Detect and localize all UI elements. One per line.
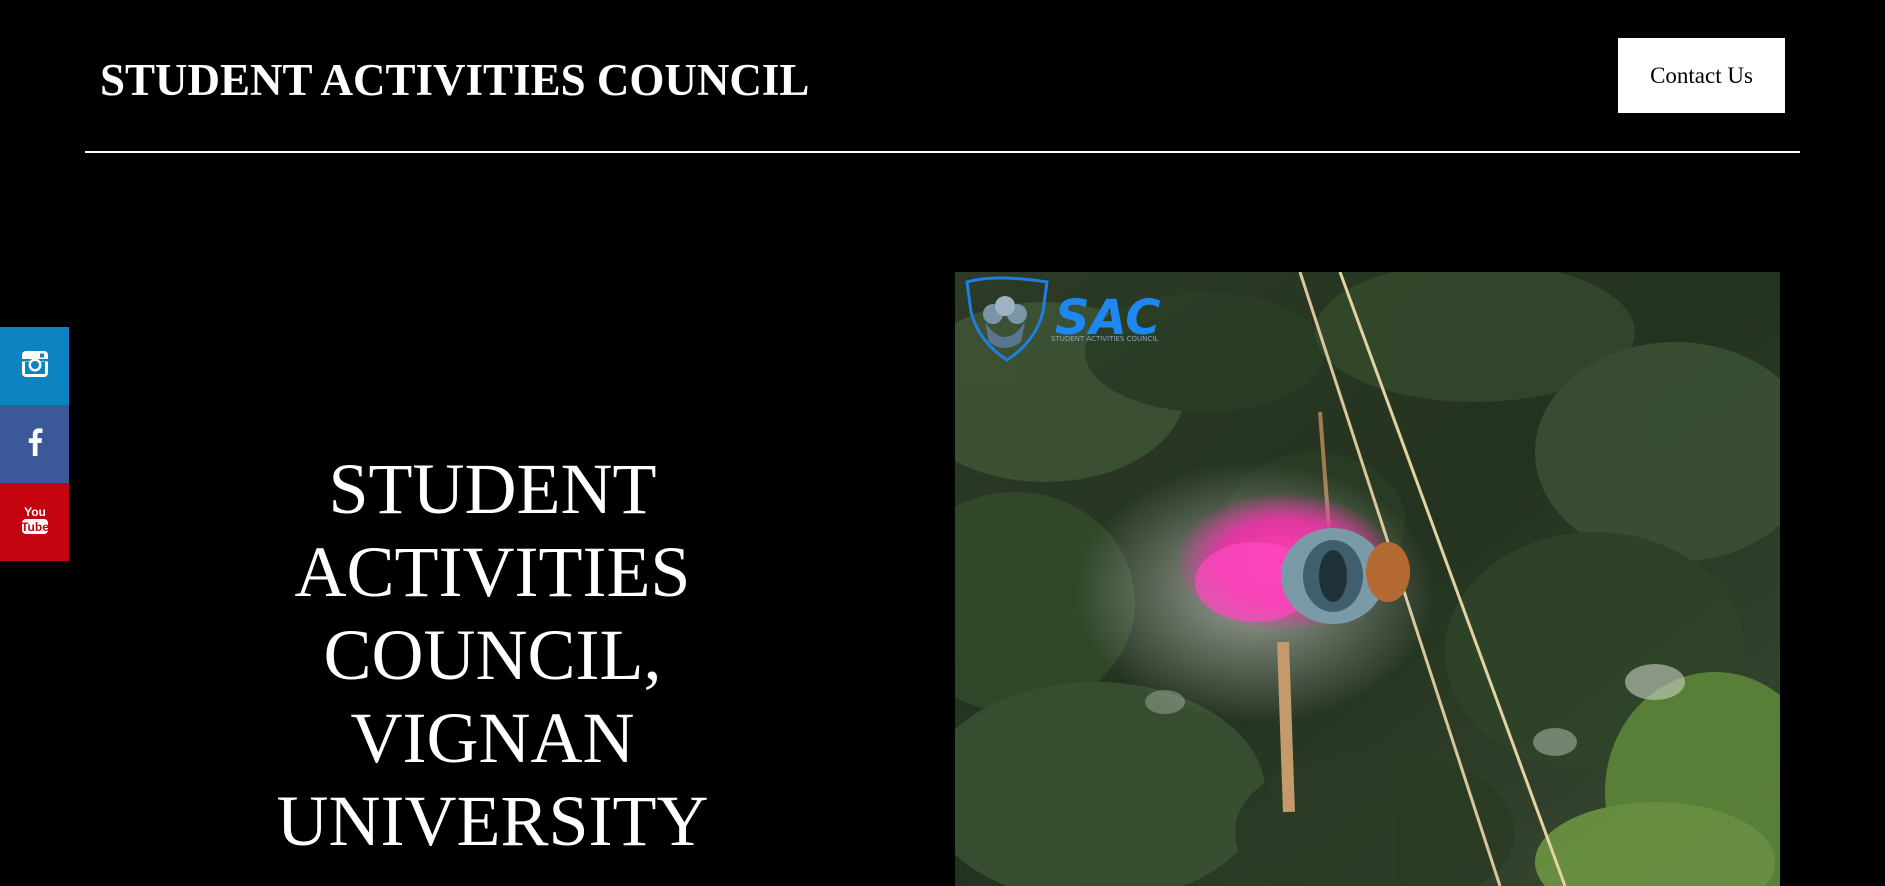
sac-logo-subtext: STUDENT ACTIVITIES COUNCIL (1051, 335, 1158, 343)
contact-us-button[interactable]: Contact Us (1618, 38, 1785, 113)
youtube-link[interactable]: You Tube (0, 483, 69, 561)
facebook-icon (27, 427, 43, 461)
hero-heading-line: UNIVERSITY (276, 781, 709, 861)
svg-text:Tube: Tube (21, 520, 49, 534)
hero-heading-line: VIGNAN (350, 698, 635, 778)
instagram-link[interactable] (0, 327, 69, 405)
hero-heading-line: COUNCIL, (323, 615, 662, 695)
svg-text:You: You (24, 505, 46, 519)
social-links: You Tube (0, 327, 69, 561)
instagram-icon (21, 350, 49, 383)
header-divider (85, 151, 1800, 153)
hero-heading: STUDENT ACTIVITIES COUNCIL, VIGNAN UNIVE… (230, 448, 755, 863)
hero-photo: SAC STUDENT ACTIVITIES COUNCIL (955, 272, 1780, 886)
youtube-icon: You Tube (21, 504, 49, 541)
facebook-link[interactable] (0, 405, 69, 483)
site-title: STUDENT ACTIVITIES COUNCIL (100, 55, 810, 105)
hero-heading-line: STUDENT (328, 449, 657, 529)
hero-heading-line: ACTIVITIES (294, 532, 691, 612)
